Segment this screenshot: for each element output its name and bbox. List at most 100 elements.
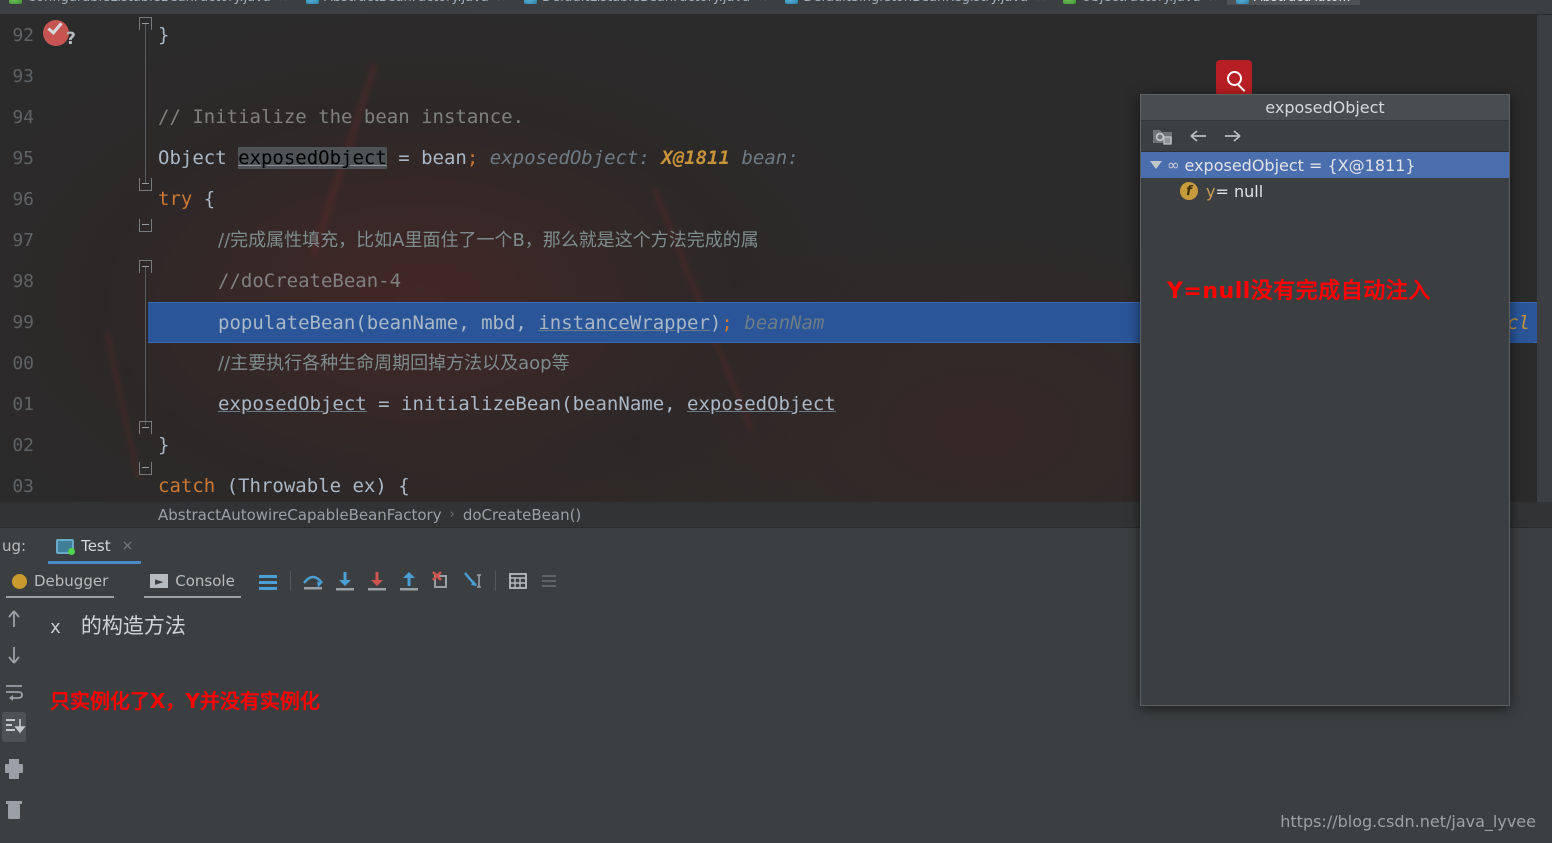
code-token: catch: [158, 475, 216, 497]
code-token: Object: [158, 147, 239, 169]
force-step-into-icon[interactable]: [364, 568, 390, 594]
code-token: exposedObject: [687, 393, 836, 415]
code-line[interactable]: catch (Throwable ex) {: [158, 466, 410, 502]
code-line[interactable]: // Initialize the bean instance.: [158, 97, 524, 138]
code-token: }: [158, 24, 170, 46]
console-annotation: 只实例化了X，Y并没有实例化: [50, 689, 320, 713]
code-token: instanceWrapper: [538, 312, 710, 334]
fold-marker[interactable]: [139, 421, 152, 434]
fold-marker[interactable]: [139, 219, 152, 232]
close-icon[interactable]: ×: [758, 0, 767, 4]
java-interface-icon: [1063, 0, 1077, 4]
close-icon[interactable]: ×: [497, 0, 506, 4]
line-number: 98: [12, 271, 34, 292]
tab-console[interactable]: ► Console: [140, 564, 245, 598]
line-number: 03: [12, 476, 34, 497]
print-icon[interactable]: [2, 754, 26, 784]
line-number: 99: [12, 312, 34, 333]
code-line[interactable]: //完成属性填充，比如A里面住了一个B，那么就是这个方法完成的属: [158, 220, 759, 261]
code-token: //doCreateBean-4: [218, 270, 402, 292]
step-over-icon[interactable]: [300, 568, 326, 594]
run-config-icon: [56, 538, 76, 555]
code-folding-strip[interactable]: [136, 15, 158, 502]
variable-row-exposedObject[interactable]: ∞ exposedObject = {X@1811}: [1141, 152, 1509, 178]
variables-tree[interactable]: ∞ exposedObject = {X@1811} f y = null: [1141, 152, 1509, 204]
line-number: 94: [12, 107, 34, 128]
code-line[interactable]: //主要执行各种生命周期回掉方法以及aop等: [158, 343, 570, 384]
code-token: exposedObject: [238, 147, 387, 169]
search-icon[interactable]: [1216, 60, 1252, 96]
fold-marker[interactable]: [139, 17, 152, 30]
editor-tab-2[interactable]: DefaultListableBeanFactory.java ×: [515, 0, 776, 5]
popup-title: exposedObject: [1141, 95, 1509, 121]
variable-row-y[interactable]: f y = null: [1141, 178, 1509, 204]
code-token: // Initialize the bean instance.: [158, 106, 525, 128]
line-number: 92: [12, 25, 34, 46]
code-line[interactable]: exposedObject = initializeBean(beanName,…: [158, 384, 836, 425]
editor-tab-1[interactable]: AbstractBeanFactory.java ×: [297, 0, 515, 5]
line-number: 95: [12, 148, 34, 169]
code-token: beanNam: [732, 312, 825, 334]
scroll-down-icon[interactable]: [2, 640, 26, 670]
console-output-text: 的构造方法: [80, 614, 186, 638]
tab-debugger-label: Debugger: [34, 572, 109, 590]
code-line[interactable]: try {: [158, 179, 215, 220]
watermark: https://blog.csdn.net/java_lyvee: [1280, 812, 1536, 831]
console-icon: ►: [150, 574, 169, 588]
forward-arrow-icon[interactable]: [1221, 125, 1245, 147]
fold-marker[interactable]: [139, 462, 152, 475]
step-out-icon[interactable]: [396, 568, 422, 594]
editor-right-gutter[interactable]: [1537, 15, 1552, 502]
editor-tab-5[interactable]: AbstractAuto...: [1226, 0, 1360, 5]
debug-session-tab-test[interactable]: Test ×: [44, 528, 145, 564]
bug-icon: [12, 573, 27, 589]
editor-tab-0[interactable]: ConfigurableListableBeanFactory.java ×: [0, 0, 297, 5]
scroll-to-end-icon[interactable]: [2, 712, 26, 742]
frames-icon[interactable]: [255, 568, 281, 594]
code-token: }: [158, 434, 170, 456]
step-into-icon[interactable]: [332, 568, 358, 594]
variable-row-label: exposedObject = {X@1811}: [1184, 155, 1416, 175]
breakpoint-question-marker: ?: [66, 29, 76, 49]
glasses-icon: ∞: [1167, 156, 1179, 174]
code-token: try: [158, 188, 193, 210]
line-number: 01: [12, 394, 34, 415]
show-referring-objects-icon[interactable]: [1151, 125, 1175, 147]
code-line[interactable]: Object exposedObject = bean; exposedObje…: [158, 138, 799, 179]
tab-debugger[interactable]: Debugger: [2, 564, 118, 598]
close-icon[interactable]: ×: [1036, 0, 1045, 4]
soft-wrap-icon[interactable]: [2, 676, 26, 706]
drop-frame-icon[interactable]: [428, 568, 454, 594]
code-line[interactable]: }: [158, 425, 169, 466]
fold-marker[interactable]: [139, 178, 152, 191]
clear-all-icon[interactable]: [2, 796, 26, 826]
variable-name-y: y: [1206, 181, 1216, 201]
evaluate-expression-icon[interactable]: [505, 568, 531, 594]
java-class-icon: [785, 0, 799, 4]
editor-tab-label: AbstractAuto...: [1254, 0, 1351, 5]
console-output-line: x 的构造方法: [50, 610, 186, 640]
back-arrow-icon[interactable]: [1186, 125, 1210, 147]
console-side-toolbar[interactable]: [0, 598, 28, 843]
editor-icon-gutter[interactable]: ?: [38, 15, 136, 502]
close-icon[interactable]: ×: [279, 0, 288, 4]
variable-inspector-popup[interactable]: exposedObject ∞ exposedObject = {X@1811}: [1140, 94, 1510, 706]
settings-icon[interactable]: [537, 568, 563, 594]
code-line[interactable]: }: [158, 15, 169, 56]
breadcrumb-class[interactable]: AbstractAutowireCapableBeanFactory: [158, 506, 442, 524]
editor-tab-3[interactable]: DefaultSingletonBeanRegistry.java ×: [776, 0, 1054, 5]
editor-tab-4[interactable]: ObjectFactory.java ×: [1054, 0, 1227, 5]
line-number: 02: [12, 435, 34, 456]
code-token: = initializeBean(beanName,: [366, 393, 688, 415]
chevron-down-icon[interactable]: [1150, 161, 1162, 169]
breadcrumb-method[interactable]: doCreateBean(): [463, 506, 581, 524]
scroll-up-icon[interactable]: [2, 604, 26, 634]
code-line[interactable]: //doCreateBean-4: [158, 261, 401, 302]
code-token: ;: [721, 312, 733, 334]
close-icon[interactable]: ×: [122, 538, 134, 554]
code-token: exposedObject:: [478, 147, 662, 169]
close-icon[interactable]: ×: [1209, 0, 1218, 4]
popup-toolbar[interactable]: [1141, 121, 1509, 152]
editor-tab-label: AbstractBeanFactory.java: [324, 0, 489, 5]
run-to-cursor-icon[interactable]: [460, 568, 486, 594]
